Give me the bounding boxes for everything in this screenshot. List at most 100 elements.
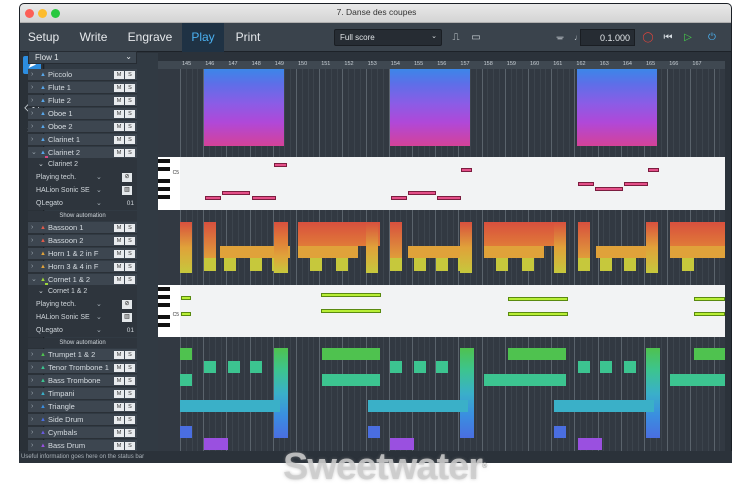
event-block[interactable] <box>460 348 474 438</box>
event-block[interactable] <box>522 258 534 271</box>
solo-button[interactable]: S <box>125 71 135 79</box>
midi-note[interactable] <box>694 312 725 316</box>
event-block[interactable] <box>408 246 468 258</box>
solo-button[interactable]: S <box>125 149 135 157</box>
event-block[interactable] <box>414 258 426 271</box>
event-block[interactable] <box>578 438 602 450</box>
track-row-tenor-trombone[interactable]: › ▲ Tenor Trombone 1 MS <box>28 362 137 374</box>
mute-button[interactable]: M <box>114 429 124 437</box>
event-block[interactable] <box>310 258 322 271</box>
mute-button[interactable]: M <box>114 237 124 245</box>
midi-note[interactable] <box>181 312 191 316</box>
expand-icon[interactable]: › <box>31 235 33 247</box>
event-block[interactable] <box>204 258 216 271</box>
mute-button[interactable]: M <box>114 110 124 118</box>
mute-button[interactable]: M <box>114 442 124 450</box>
event-block[interactable] <box>322 348 380 360</box>
mute-button[interactable]: M <box>114 123 124 131</box>
event-block[interactable] <box>390 222 402 260</box>
event-block[interactable] <box>180 400 280 412</box>
mute-button[interactable]: M <box>114 136 124 144</box>
event-block[interactable] <box>228 361 240 373</box>
event-block[interactable] <box>180 222 192 273</box>
event-block[interactable] <box>204 438 228 450</box>
event-block[interactable] <box>274 348 288 438</box>
track-row-horn12[interactable]: › ▲ Horn 1 & 2 in F MS <box>28 248 137 260</box>
event-block[interactable] <box>694 348 725 360</box>
event-block[interactable] <box>578 258 590 271</box>
event-block[interactable] <box>670 374 725 386</box>
event-block[interactable] <box>554 400 654 412</box>
expand-icon[interactable]: › <box>31 375 33 387</box>
mute-button[interactable]: M <box>114 149 124 157</box>
midi-note[interactable] <box>252 196 276 200</box>
track-row-cymbals[interactable]: › ▲ Cymbals M S <box>28 427 137 439</box>
event-block[interactable] <box>484 246 544 258</box>
event-block[interactable] <box>554 426 566 438</box>
midi-note[interactable] <box>408 191 436 195</box>
expand-icon[interactable]: › <box>31 362 33 374</box>
midi-note[interactable] <box>321 309 381 313</box>
expand-icon[interactable]: › <box>31 388 33 400</box>
event-block[interactable] <box>250 258 262 271</box>
midi-note[interactable] <box>181 296 191 300</box>
event-block[interactable] <box>624 361 636 373</box>
midi-note[interactable] <box>461 168 472 172</box>
keyboard-icon[interactable]: ▥ <box>122 313 132 322</box>
galley-view-icon[interactable]: ⎍ <box>448 29 464 46</box>
collapse-icon[interactable]: ⌄ <box>38 158 44 171</box>
mute-button[interactable]: M <box>114 97 124 105</box>
solo-button[interactable]: S <box>125 136 135 144</box>
solo-button[interactable]: S <box>125 237 135 245</box>
track-row-horn34[interactable]: › ▲ Horn 3 & 4 in F MS <box>28 261 137 273</box>
mute-button[interactable]: M <box>114 364 124 372</box>
instrument-row[interactable]: HALion Sonic SE ⌄ ▥ <box>28 184 137 197</box>
mode-engrave-tab[interactable]: Engrave <box>120 23 180 52</box>
event-block[interactable] <box>646 222 658 273</box>
expand-icon[interactable]: › <box>31 121 33 133</box>
event-block[interactable] <box>368 400 468 412</box>
expand-icon[interactable]: › <box>31 427 33 439</box>
track-row-bass-trombone[interactable]: › ▲ Bass Trombone M S <box>28 375 137 387</box>
rewind-icon[interactable]: ⏮ <box>660 29 676 46</box>
expression-row[interactable]: QLegato ⌄ 01 <box>28 197 137 210</box>
event-block[interactable] <box>484 374 566 386</box>
mode-setup-tab[interactable]: Setup <box>20 23 67 52</box>
mute-button[interactable]: M <box>114 351 124 359</box>
collapse-icon[interactable]: ⌄ <box>38 285 44 298</box>
power-icon[interactable]: ⏻ <box>704 29 720 46</box>
track-row-oboe2[interactable]: › ▲ Oboe 2 MS <box>28 121 137 133</box>
event-block[interactable] <box>682 258 694 271</box>
midi-note[interactable] <box>578 182 594 186</box>
track-row-triangle[interactable]: › ▲ Triangle M S <box>28 401 137 413</box>
track-row-clarinet1[interactable]: › ▲ Clarinet 1 MS <box>28 134 137 146</box>
expand-icon[interactable]: › <box>31 261 33 273</box>
event-block[interactable] <box>224 258 236 271</box>
mute-button[interactable]: M <box>114 71 124 79</box>
expand-icon[interactable]: › <box>31 248 33 260</box>
event-block[interactable] <box>390 361 402 373</box>
solo-button[interactable]: S <box>125 442 135 450</box>
midi-note[interactable] <box>205 196 221 200</box>
solo-button[interactable]: S <box>125 263 135 271</box>
mode-play-tab[interactable]: Play <box>182 23 224 52</box>
track-row-trumpet12[interactable]: › ▲ Trumpet 1 & 2 MS <box>28 349 137 361</box>
solo-button[interactable]: S <box>125 250 135 258</box>
mute-button[interactable]: M <box>114 250 124 258</box>
expression-row[interactable]: QLegato ⌄ 01 <box>28 324 137 337</box>
page-view-icon[interactable]: ▭ <box>468 29 484 46</box>
solo-button[interactable]: S <box>125 110 135 118</box>
expand-icon[interactable]: › <box>31 82 33 94</box>
event-block[interactable] <box>204 361 216 373</box>
midi-note[interactable] <box>595 187 623 191</box>
mode-print-tab[interactable]: Print <box>226 23 270 52</box>
edit-icon[interactable]: ⊘ <box>122 300 132 309</box>
solo-button[interactable]: S <box>125 351 135 359</box>
midi-note[interactable] <box>274 163 287 167</box>
event-block[interactable] <box>600 258 612 271</box>
keyboard-icon[interactable]: ▥ <box>122 186 132 195</box>
track-row-flute2[interactable]: › ▲ Flute 2 MS <box>28 95 137 107</box>
edit-icon[interactable]: ⊘ <box>122 173 132 182</box>
track-row-flute1[interactable]: › ▲ Flute 1 MS <box>28 82 137 94</box>
show-automation-button[interactable]: Show automation <box>28 211 137 221</box>
